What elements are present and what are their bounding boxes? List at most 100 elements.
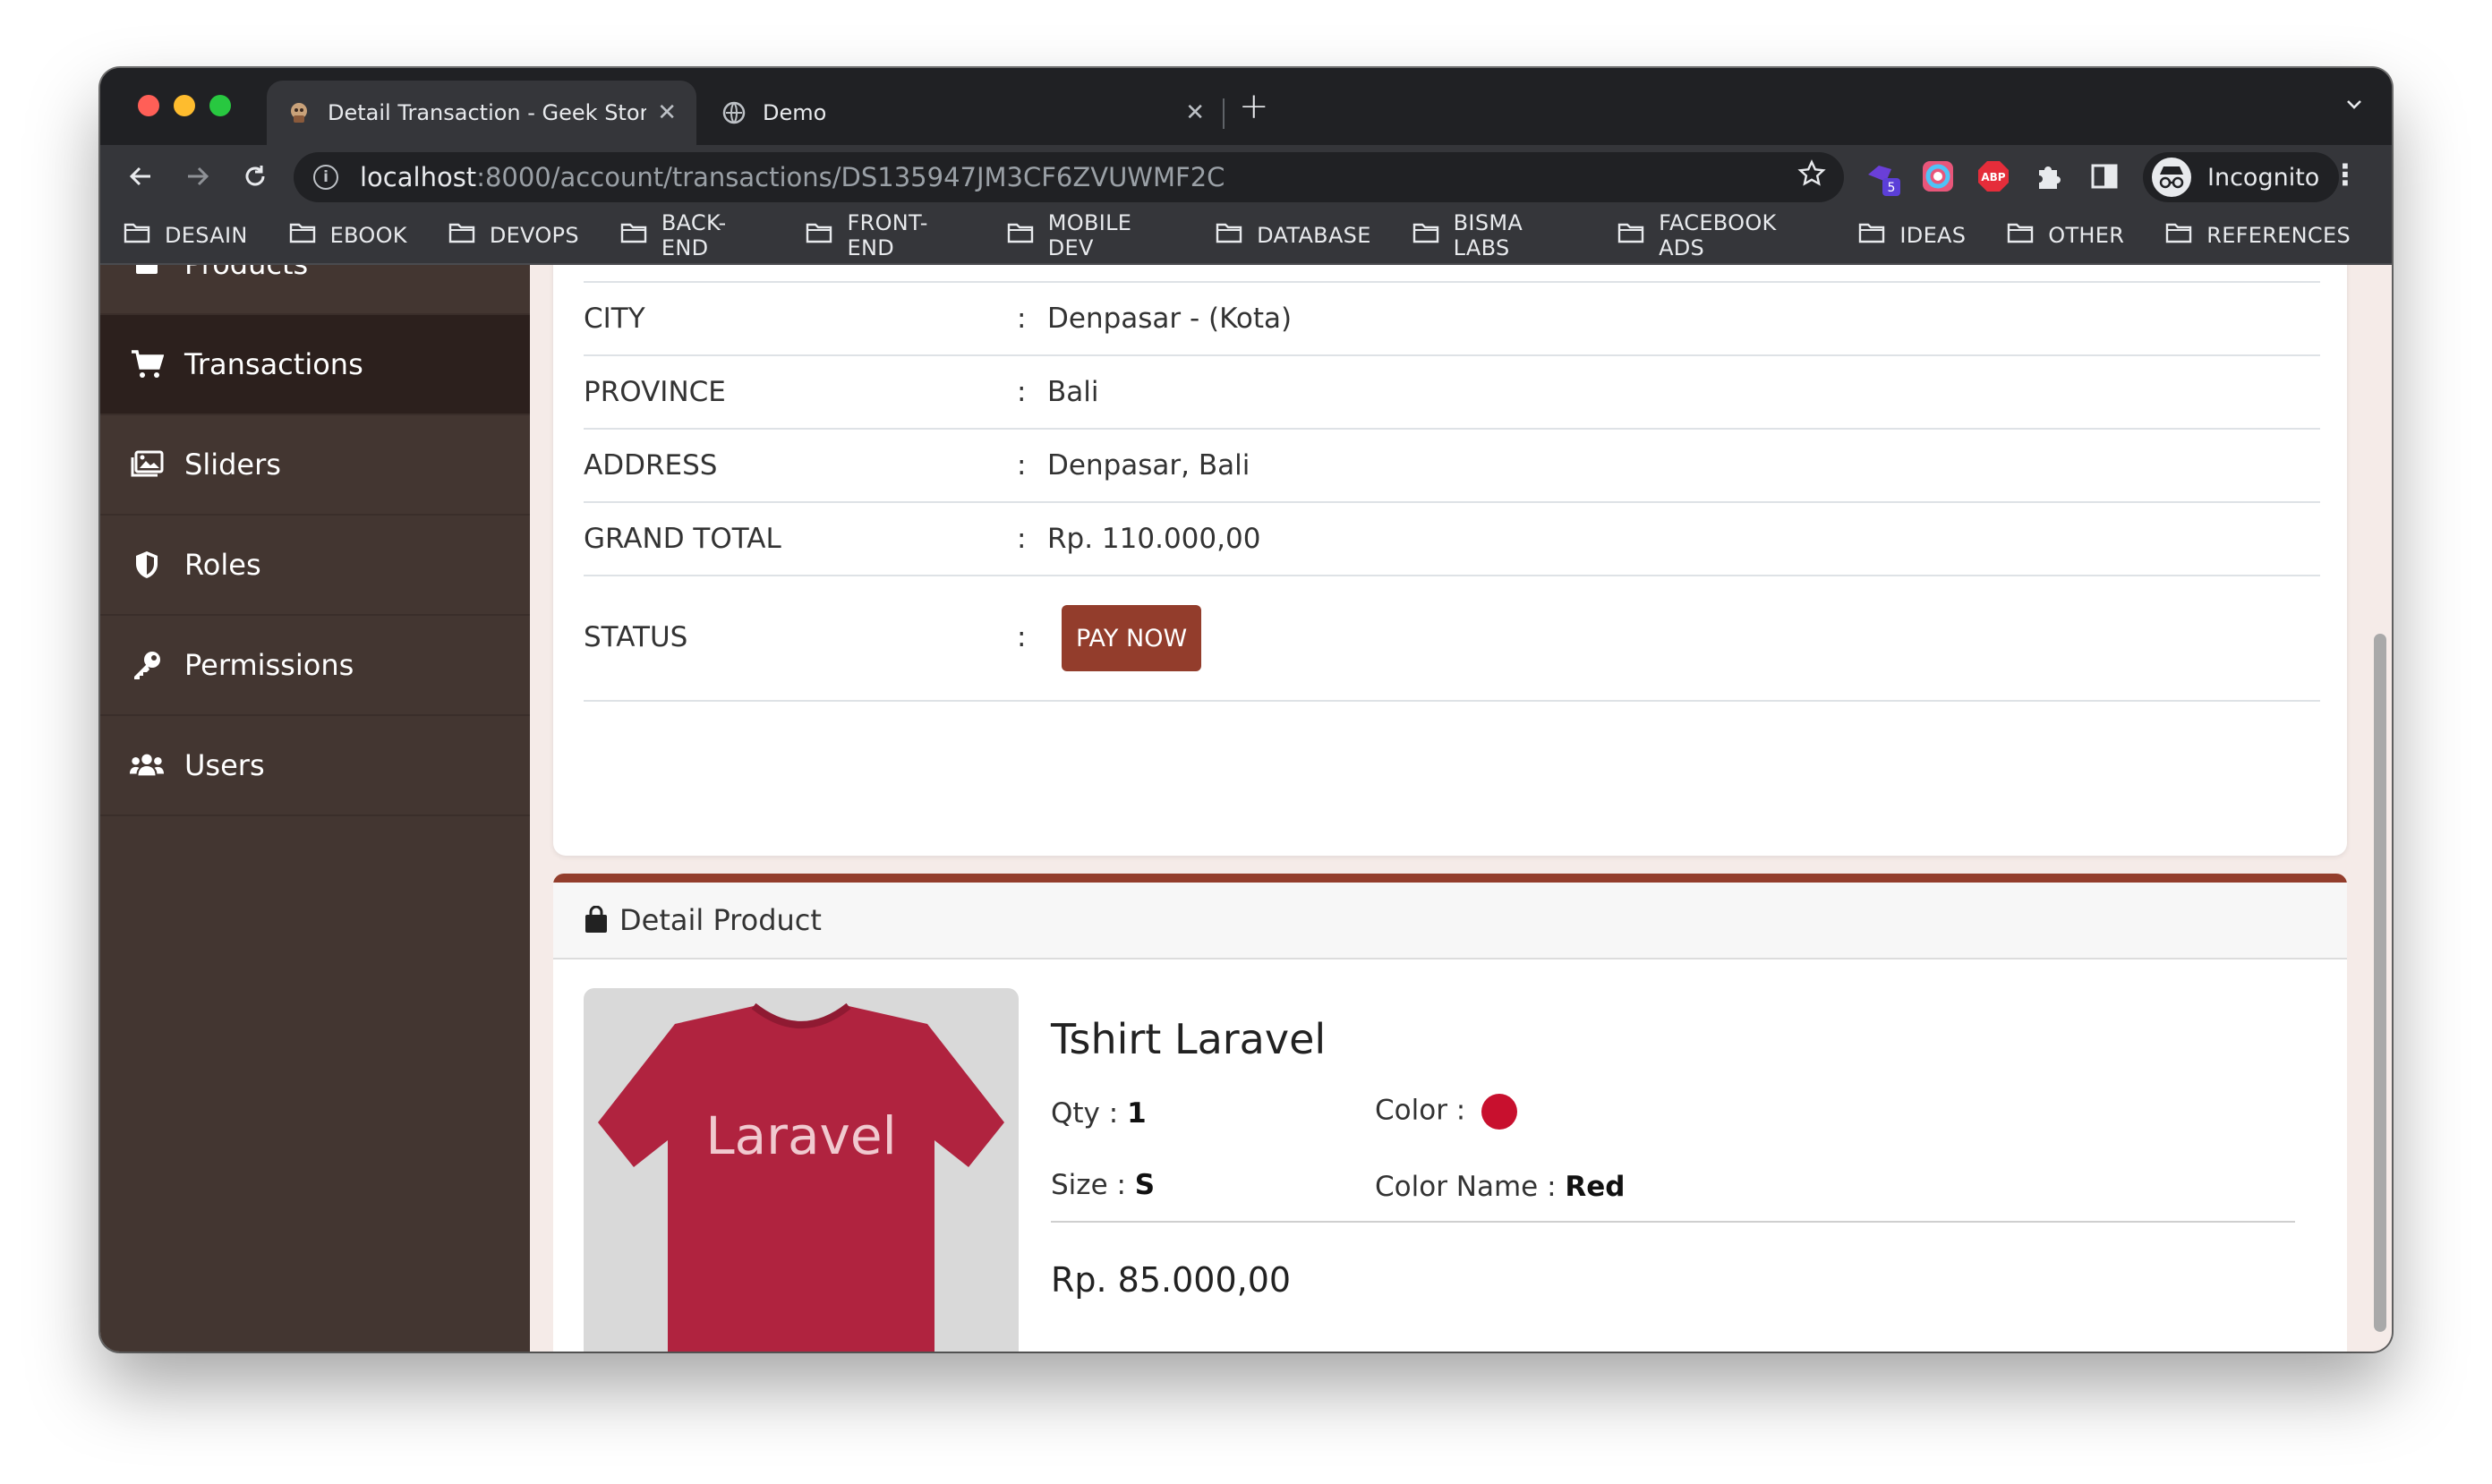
address-bar[interactable]: i localhost:8000/account/transactions/DS…: [294, 152, 1844, 202]
scrollbar-thumb[interactable]: [2374, 634, 2386, 1332]
row-separator: :: [1017, 523, 1027, 555]
tab-demo[interactable]: Demo ✕: [702, 81, 1225, 145]
sidebar-item-label: Users: [184, 748, 265, 782]
folder-icon: [620, 222, 647, 249]
transaction-detail-card: CITY : Denpasar - (Kota) PROVINCE : Bali…: [553, 265, 2347, 856]
size-label: Size :: [1051, 1169, 1135, 1201]
adblock-plus-icon[interactable]: ABP: [1973, 156, 2014, 197]
folder-icon: [2007, 222, 2034, 249]
key-icon: [129, 647, 165, 683]
site-info-icon[interactable]: i: [313, 165, 338, 190]
table-row-city: CITY : Denpasar - (Kota): [584, 283, 2320, 356]
images-icon: [129, 447, 165, 482]
size-value: S: [1134, 1169, 1156, 1201]
sidebar-item-sliders[interactable]: Sliders: [100, 415, 530, 516]
bookmark-folder-other[interactable]: OTHER: [2007, 222, 2124, 249]
sidebar-item-permissions[interactable]: Permissions: [100, 616, 530, 716]
qty-value: 1: [1127, 1097, 1147, 1130]
bookmark-label: FRONT-END: [847, 210, 928, 260]
page-viewport: Products Transactions Sliders Roles: [100, 265, 2392, 1352]
folder-icon: [2165, 222, 2192, 249]
sidebar-item-products[interactable]: Products: [100, 265, 530, 315]
globe-icon: [721, 100, 747, 125]
incognito-profile-button[interactable]: Incognito: [2143, 152, 2340, 202]
table-row-province: PROVINCE : Bali: [584, 356, 2320, 430]
close-window-button[interactable]: [138, 95, 159, 116]
side-panel-icon[interactable]: [2084, 156, 2125, 197]
tab-detail-transaction[interactable]: Detail Transaction - Geek Store ✕: [267, 81, 696, 145]
url-path: :8000/account/transactions/DS135947JM3CF…: [476, 162, 1225, 192]
detail-product-header: Detail Product: [553, 883, 2347, 959]
extension-puzzle-purple-icon[interactable]: 5: [1862, 156, 1903, 197]
row-separator: :: [1017, 376, 1027, 408]
shopping-bag-icon: [584, 906, 609, 934]
bookmark-star-icon[interactable]: [1797, 159, 1826, 195]
folder-icon: [289, 222, 316, 249]
browser-menu-icon[interactable]: ⋮: [2331, 158, 2360, 192]
forward-arrow-icon[interactable]: [179, 158, 217, 195]
geek-store-favicon-icon: [286, 100, 312, 125]
cart-icon: [129, 346, 165, 382]
extensions-puzzle-icon[interactable]: [2028, 156, 2070, 197]
new-tab-button[interactable]: +: [1239, 86, 1269, 127]
detail-product-card: Detail Product Laravel Tshirt Laravel Qt…: [553, 874, 2347, 1352]
incognito-icon: [2152, 158, 2191, 197]
svg-text:ABP: ABP: [1981, 171, 2005, 183]
back-arrow-icon[interactable]: [122, 158, 159, 195]
bookmark-folder-facebook-ads[interactable]: FACEBOOK ADS: [1617, 210, 1817, 260]
bookmark-label: IDEAS: [1899, 223, 1967, 248]
bookmark-label: DATABASE: [1257, 223, 1371, 248]
tab-title: Detail Transaction - Geek Store: [328, 100, 647, 125]
bookmark-folder-references[interactable]: REFERENCES: [2165, 222, 2351, 249]
detail-product-title: Detail Product: [619, 903, 822, 937]
row-value: Bali: [1047, 376, 1099, 408]
sidebar-item-transactions[interactable]: Transactions: [100, 315, 530, 415]
tab-search-chevron-icon[interactable]: [2343, 93, 2365, 120]
bookmark-folder-desain[interactable]: DESAIN: [124, 222, 248, 249]
bookmark-label: EBOOK: [329, 223, 407, 248]
bookmark-folder-devops[interactable]: DEVOPS: [448, 222, 579, 249]
row-label: STATUS: [584, 621, 688, 653]
sidebar-item-users[interactable]: Users: [100, 716, 530, 816]
bookmark-folder-ideas[interactable]: IDEAS: [1858, 222, 1966, 249]
bookmark-folder-bisma-labs[interactable]: BISMA LABS: [1412, 210, 1576, 260]
maximize-window-button[interactable]: [209, 95, 231, 116]
product-size: Size : S: [1051, 1169, 1155, 1201]
tab-close-icon[interactable]: ✕: [1185, 99, 1205, 126]
bookmark-label: BACK-END: [661, 210, 727, 260]
product-name: Tshirt Laravel: [1051, 1015, 1327, 1063]
product-qty: Qty : 1: [1051, 1097, 1147, 1130]
color-swatch: [1481, 1094, 1518, 1130]
bookmark-folder-front-end[interactable]: FRONT-END: [806, 210, 965, 260]
row-separator: :: [1017, 621, 1027, 653]
incognito-label: Incognito: [2207, 163, 2320, 192]
sidebar-item-label: Transactions: [184, 347, 363, 381]
sidebar-item-label: Sliders: [184, 448, 281, 482]
color-ring-extension-icon[interactable]: [1917, 156, 1959, 197]
bookmark-folder-mobile-dev[interactable]: MOBILE DEV: [1007, 210, 1174, 260]
tab-close-icon[interactable]: ✕: [657, 99, 677, 126]
users-icon: [129, 747, 165, 783]
row-label: CITY: [584, 303, 645, 335]
bookmarks-bar: DESAIN EBOOK DEVOPS BACK-END FRONT-END MOBILE…: [100, 208, 2392, 265]
tab-separator: [1223, 98, 1225, 129]
sidebar-item-roles[interactable]: Roles: [100, 516, 530, 616]
bookmark-label: BISMA LABS: [1453, 210, 1523, 260]
bookmark-folder-ebook[interactable]: EBOOK: [289, 222, 407, 249]
folder-icon: [1007, 222, 1034, 249]
page-scrollbar[interactable]: [2367, 265, 2392, 1352]
reload-icon[interactable]: [236, 158, 274, 195]
bookmark-folder-database[interactable]: DATABASE: [1216, 222, 1371, 249]
row-value: Denpasar, Bali: [1047, 449, 1250, 482]
folder-icon: [448, 222, 475, 249]
minimize-window-button[interactable]: [174, 95, 195, 116]
bookmark-folder-back-end[interactable]: BACK-END: [620, 210, 765, 260]
pay-now-button[interactable]: PAY NOW: [1062, 605, 1202, 671]
sidebar-item-label: Permissions: [184, 648, 354, 682]
row-value: Rp. 110.000,00: [1047, 523, 1261, 555]
product-image: Laravel: [584, 988, 1019, 1352]
product-color-name: Color Name : Red: [1375, 1171, 1626, 1203]
folder-icon: [1412, 222, 1439, 249]
color-label: Color :: [1375, 1094, 1475, 1127]
row-label: ADDRESS: [584, 449, 718, 482]
